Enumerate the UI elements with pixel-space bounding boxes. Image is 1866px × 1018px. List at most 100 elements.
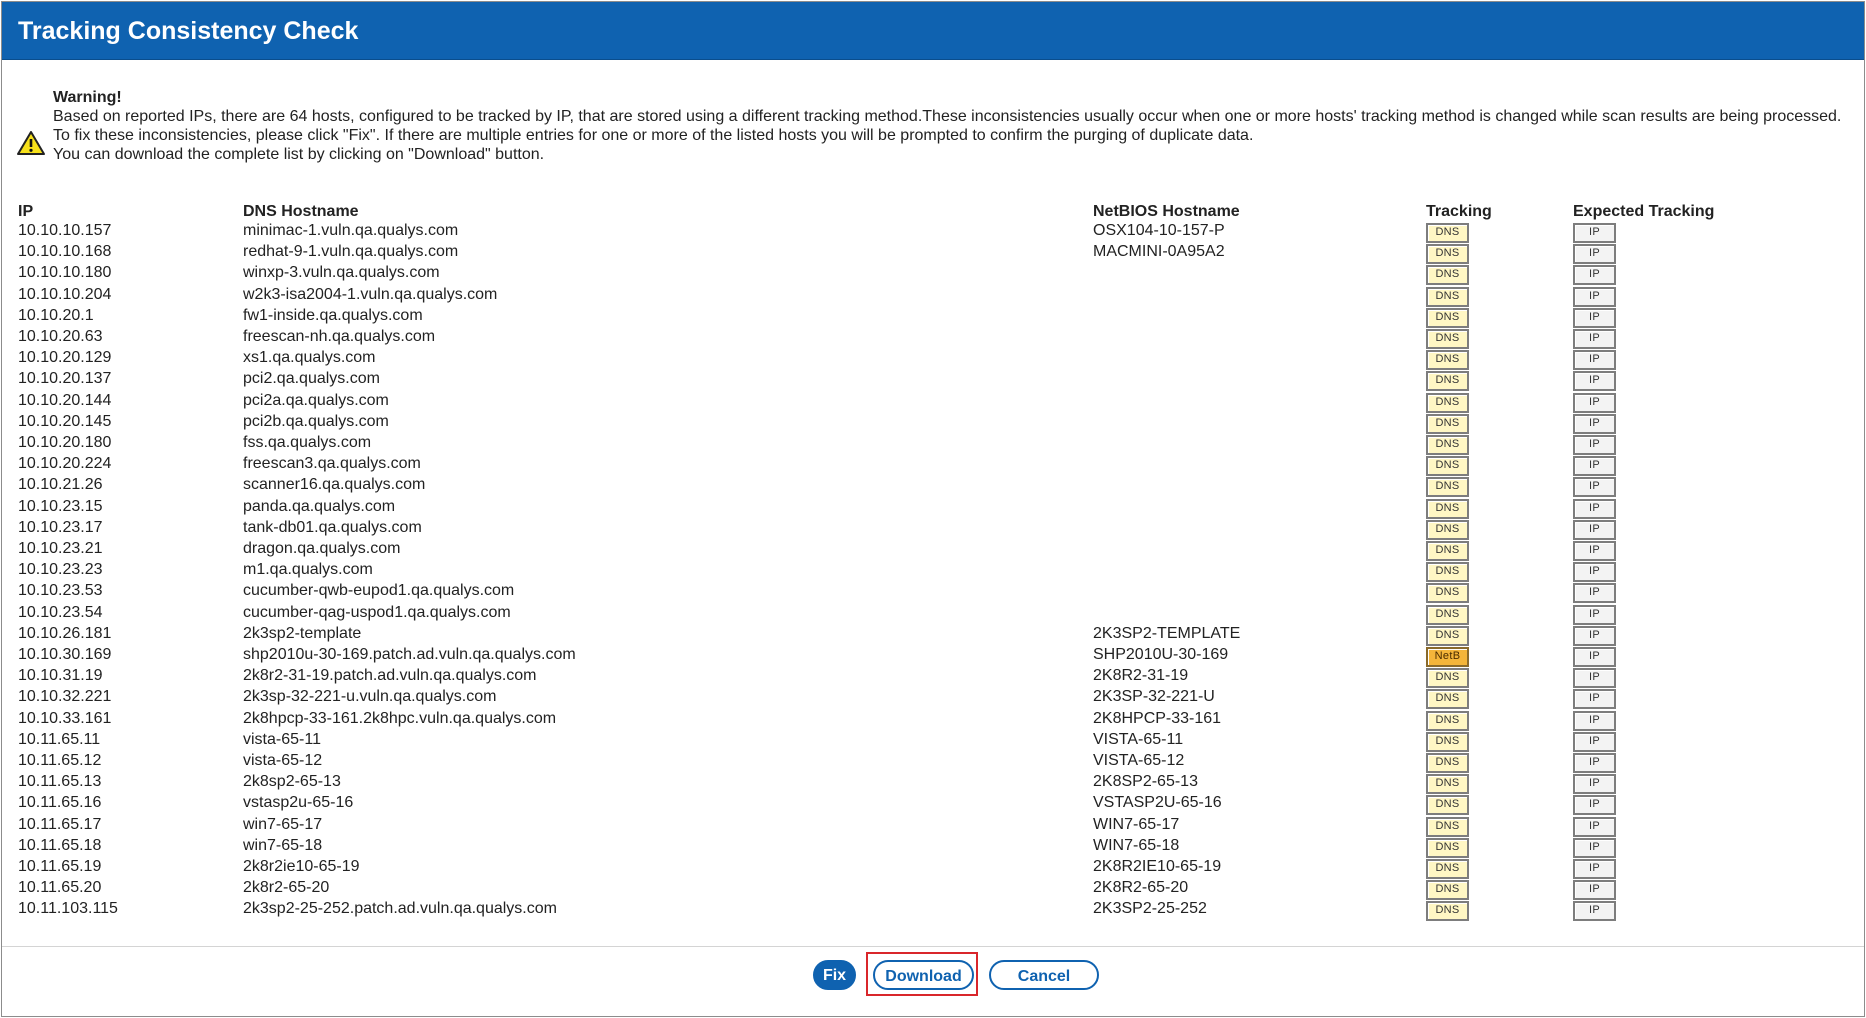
tracking-badge: DNS	[1426, 625, 1469, 646]
expected-tracking-badge: IP	[1573, 625, 1616, 646]
expected-tracking-badge: IP	[1573, 562, 1616, 583]
cell-ip: 10.10.20.145	[18, 412, 112, 430]
cell-tracking: DNS	[1426, 667, 1469, 689]
cell-expected-tracking: IP	[1573, 582, 1616, 604]
tracking-badge: DNS	[1426, 223, 1469, 243]
table-row: 10.10.30.169 shp2010u-30-169.patch.ad.vul…	[18, 646, 1818, 667]
cell-dns-hostname: pci2.qa.qualys.com	[243, 370, 380, 388]
table-row: 10.11.65.19 2k8r2ie10-65-19 2K8R2IE10-65-1…	[18, 858, 1818, 879]
tracking-badge: DNS	[1426, 477, 1469, 498]
cell-dns-hostname: 2k8hpcp-33-161.2k8hpc.vuln.qa.qualys.com	[243, 709, 557, 727]
cell-tracking: DNS	[1426, 604, 1469, 625]
expected-tracking-badge: IP	[1573, 795, 1616, 816]
table-row: 10.10.20.180 fss.qa.qualys.com DNS IP	[18, 434, 1818, 455]
cell-expected-tracking: IP	[1573, 604, 1616, 625]
tracking-badge: DNS	[1426, 668, 1469, 689]
expected-tracking-badge: IP	[1573, 223, 1616, 243]
expected-tracking-badge: IP	[1573, 647, 1616, 667]
tracking-badge: DNS	[1426, 392, 1469, 413]
cell-expected-tracking: IP	[1573, 752, 1616, 773]
cell-tracking: DNS	[1426, 370, 1469, 392]
expected-tracking-badge: IP	[1573, 604, 1616, 625]
expected-tracking-badge: IP	[1573, 710, 1616, 731]
tracking-badge: DNS	[1426, 901, 1469, 922]
cell-dns-hostname: freescan3.qa.qualys.com	[243, 455, 421, 473]
cell-expected-tracking: IP	[1573, 688, 1616, 710]
cell-tracking: DNS	[1426, 476, 1469, 498]
cell-dns-hostname: pci2a.qa.qualys.com	[243, 391, 389, 409]
tracking-badge: DNS	[1426, 604, 1469, 625]
cell-dns-hostname: win7-65-17	[243, 815, 323, 833]
table-row: 10.11.65.13 2k8sp2-65-13 2K8SP2-65-13 DNS IP	[18, 773, 1818, 795]
column-header-ip: IP	[18, 203, 34, 220]
fix-button[interactable]: Fix	[813, 960, 856, 990]
tracking-badge: DNS	[1426, 859, 1469, 879]
expected-tracking-badge: IP	[1573, 668, 1616, 689]
expected-tracking-badge: IP	[1573, 880, 1616, 901]
cell-ip: 10.10.23.15	[18, 497, 103, 515]
expected-tracking-badge: IP	[1573, 286, 1616, 307]
expected-tracking-badge: IP	[1573, 837, 1616, 858]
cell-expected-tracking: IP	[1573, 307, 1616, 328]
download-highlight-box	[866, 952, 978, 996]
table-row: 10.11.65.17 win7-65-17 WIN7-65-17 DNS IP	[18, 816, 1818, 837]
cell-ip: 10.10.20.63	[18, 328, 103, 345]
expected-tracking-badge: IP	[1573, 307, 1616, 328]
cell-dns-hostname: redhat-9-1.vuln.qa.qualys.com	[243, 243, 459, 261]
tracking-badge: DNS	[1426, 307, 1469, 328]
cell-tracking: DNS	[1426, 392, 1469, 413]
expected-tracking-badge: IP	[1573, 774, 1616, 795]
cell-dns-hostname: fss.qa.qualys.com	[243, 434, 372, 451]
cell-ip: 10.10.10.168	[18, 243, 112, 261]
expected-tracking-badge: IP	[1573, 498, 1616, 519]
cell-netbios-hostname: WIN7-65-17	[1093, 815, 1180, 833]
cell-expected-tracking: IP	[1573, 498, 1616, 519]
cell-expected-tracking: IP	[1573, 328, 1616, 349]
cell-dns-hostname: 2k3sp-32-221-u.vuln.qa.qualys.com	[243, 688, 497, 706]
column-header-tracking: Tracking	[1426, 203, 1492, 220]
cell-tracking: DNS	[1426, 222, 1469, 243]
table-row: 10.10.20.1 fw1-inside.qa.qualys.com DNS IP	[18, 307, 1818, 328]
cell-expected-tracking: IP	[1573, 858, 1616, 879]
table-row: 10.10.23.23 m1.qa.qualys.com DNS IP	[18, 561, 1818, 583]
cell-ip: 10.10.10.180	[18, 264, 112, 282]
table-row: 10.10.10.157 minimac-1.vuln.qa.qualys.com…	[18, 222, 1818, 243]
expected-tracking-badge: IP	[1573, 901, 1616, 922]
table-row: 10.10.23.53 cucumber-qwb-eupod1.qa.qualys…	[18, 582, 1818, 604]
cell-tracking: NetB	[1426, 646, 1469, 667]
cell-expected-tracking: IP	[1573, 222, 1616, 243]
table-row: 10.10.20.145 pci2b.qa.qualys.com DNS IP	[18, 413, 1818, 434]
cell-ip: 10.11.65.13	[18, 773, 102, 791]
cell-tracking: DNS	[1426, 519, 1469, 540]
cell-tracking: DNS	[1426, 243, 1469, 265]
cell-dns-hostname: tank-db01.qa.qualys.com	[243, 518, 422, 536]
tracking-badge: DNS	[1426, 371, 1469, 392]
table-row: 10.10.32.221 2k3sp-32-221-u.vuln.qa.qualy…	[18, 688, 1818, 710]
cancel-button[interactable]: Cancel	[989, 960, 1099, 990]
cell-tracking: DNS	[1426, 731, 1469, 752]
cell-expected-tracking: IP	[1573, 370, 1616, 392]
expected-tracking-badge: IP	[1573, 392, 1616, 413]
cell-dns-hostname: shp2010u-30-169.patch.ad.vuln.qa.qualys.…	[243, 646, 576, 663]
cell-expected-tracking: IP	[1573, 476, 1616, 498]
cell-tracking: DNS	[1426, 307, 1469, 328]
table-row: 10.11.103.115 2k3sp2-25-252.patch.ad.vuln…	[18, 900, 1818, 922]
table-row: 10.10.21.26 scanner16.qa.qualys.com DNS IP	[18, 476, 1818, 498]
tracking-badge: DNS	[1426, 583, 1469, 604]
cell-expected-tracking: IP	[1573, 392, 1616, 413]
cell-tracking: DNS	[1426, 264, 1469, 286]
cell-expected-tracking: IP	[1573, 773, 1616, 795]
cell-expected-tracking: IP	[1573, 667, 1616, 689]
warning-icon	[17, 131, 45, 155]
cell-ip: 10.10.33.161	[18, 709, 112, 727]
table-row: 10.10.23.54 cucumber-qag-uspod1.qa.qualys…	[18, 604, 1818, 625]
cell-ip: 10.10.10.157	[18, 222, 112, 239]
table-row: 10.10.10.180 winxp-3.vuln.qa.qualys.com DN…	[18, 264, 1818, 286]
cell-ip: 10.10.23.21	[18, 540, 103, 557]
cell-expected-tracking: IP	[1573, 455, 1616, 477]
tracking-badge: DNS	[1426, 413, 1469, 434]
table-row: 10.10.20.129 xs1.qa.qualys.com DNS IP	[18, 349, 1818, 371]
expected-tracking-badge: IP	[1573, 456, 1616, 477]
cell-dns-hostname: 2k8sp2-65-13	[243, 773, 341, 791]
cell-dns-hostname: cucumber-qwb-eupod1.qa.qualys.com	[243, 582, 515, 600]
